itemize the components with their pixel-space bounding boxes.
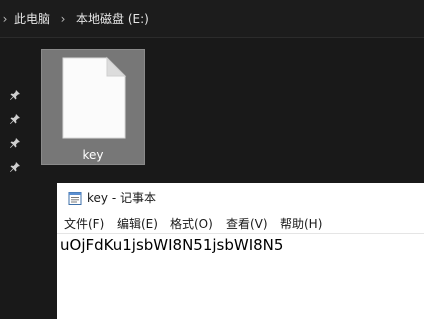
notepad-content: uOjFdKu1jsbWI8N51jsbWI8N5 bbox=[60, 236, 284, 254]
notepad-window: key - 记事本 文件(F) 编辑(E) 格式(O) 查看(V) 帮助(H) … bbox=[57, 183, 424, 319]
breadcrumb-local-disk[interactable]: 本地磁盘 (E:) bbox=[76, 11, 149, 27]
pin-icon[interactable] bbox=[9, 161, 21, 173]
breadcrumb-chevron-icon[interactable]: › bbox=[0, 11, 10, 27]
breadcrumb-chevron-icon[interactable]: › bbox=[58, 11, 68, 27]
pin-icon[interactable] bbox=[9, 89, 21, 101]
screen: › 此电脑 › 本地磁盘 (E:) key key - 记事本 文件(F) 编辑… bbox=[0, 0, 424, 319]
menu-edit[interactable]: 编辑(E) bbox=[117, 216, 158, 232]
address-bar[interactable]: › 此电脑 › 本地磁盘 (E:) bbox=[0, 0, 424, 38]
notepad-title: key - 记事本 bbox=[87, 191, 156, 205]
file-name-label: key bbox=[82, 148, 104, 162]
notepad-text-area[interactable]: uOjFdKu1jsbWI8N51jsbWI8N5 bbox=[57, 235, 424, 319]
navigation-pane bbox=[0, 39, 30, 189]
text-file-icon bbox=[61, 56, 127, 140]
breadcrumb-this-pc[interactable]: 此电脑 bbox=[14, 11, 50, 27]
file-item-key[interactable]: key bbox=[41, 49, 145, 165]
menu-file[interactable]: 文件(F) bbox=[64, 216, 104, 232]
notepad-title-bar[interactable]: key - 记事本 bbox=[57, 183, 424, 213]
menu-format[interactable]: 格式(O) bbox=[170, 216, 213, 232]
menu-help[interactable]: 帮助(H) bbox=[280, 216, 322, 232]
pin-icon[interactable] bbox=[9, 137, 21, 149]
pin-icon[interactable] bbox=[9, 113, 21, 125]
menu-view[interactable]: 查看(V) bbox=[226, 216, 268, 232]
notepad-icon bbox=[67, 190, 83, 206]
notepad-menu-bar: 文件(F) 编辑(E) 格式(O) 查看(V) 帮助(H) bbox=[57, 214, 424, 234]
